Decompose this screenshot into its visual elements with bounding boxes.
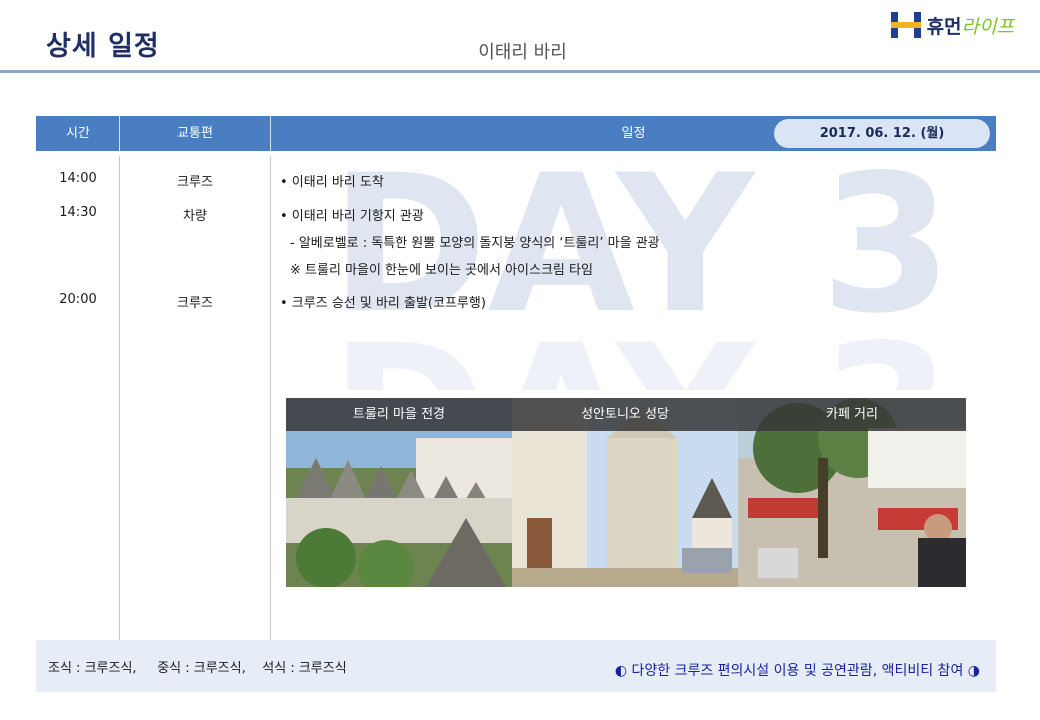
watermark-text-top: DAY 3 bbox=[330, 150, 953, 355]
row-time: 20:00 bbox=[59, 292, 97, 307]
photo-caption: 카페 거리 bbox=[738, 398, 966, 431]
row-time: 14:00 bbox=[59, 171, 97, 186]
logo-text-human: 휴먼 bbox=[926, 15, 962, 38]
row-transport: 크루즈 bbox=[177, 175, 213, 190]
page-subtitle: 이태리 바리 bbox=[478, 42, 567, 63]
meal-info: 조식 : 크루즈식, 중식 : 크루즈식, 석식 : 크루즈식 bbox=[48, 661, 347, 676]
row-time: 14:30 bbox=[59, 205, 97, 220]
row-transport: 차량 bbox=[183, 209, 207, 224]
watermark-text-bottom: DAY 3 bbox=[330, 304, 953, 390]
schedule-table-header: 시간 교통편 일정 2017. 06. 12. (월) bbox=[36, 116, 996, 151]
row-schedule: • 크루즈 승선 및 바리 출발(코프루행) bbox=[280, 296, 486, 311]
photo-church: 성안토니오 성당 bbox=[512, 398, 738, 587]
cruise-activity-note: ◐ 다양한 크루즈 편의시설 이용 및 공연관람, 액티비티 참여 ◑ bbox=[614, 663, 980, 679]
photo-caption: 트룰리 마을 전경 bbox=[286, 398, 512, 431]
column-header-transport: 교통편 bbox=[177, 126, 213, 141]
photo-cafe-street: 카페 거리 bbox=[738, 398, 966, 587]
meal-footer: 조식 : 크루즈식, 중식 : 크루즈식, 석식 : 크루즈식 ◐ 다양한 크루… bbox=[36, 640, 996, 692]
column-header-time: 시간 bbox=[66, 126, 90, 141]
photo-caption: 성안토니오 성당 bbox=[512, 398, 738, 431]
company-logo: 휴먼 라이프 bbox=[889, 10, 1014, 40]
photo-trulli-village: 트룰리 마을 전경 bbox=[286, 398, 512, 587]
row-schedule: • 이태리 바리 도착 bbox=[280, 175, 384, 190]
row-schedule-note: ※ 트룰리 마을이 한눈에 보이는 곳에서 아이스크림 타임 bbox=[290, 263, 593, 278]
body-column-divider bbox=[119, 156, 120, 640]
body-column-divider bbox=[270, 156, 271, 640]
header-divider bbox=[0, 70, 1040, 73]
logo-text-life: 라이프 bbox=[961, 15, 1014, 38]
row-transport: 크루즈 bbox=[177, 296, 213, 311]
row-schedule-detail: - 알베로벨로 : 독특한 원뿔 모양의 돌지붕 양식의 ‘트룰리’ 마을 관광 bbox=[290, 236, 660, 251]
date-badge: 2017. 06. 12. (월) bbox=[774, 119, 990, 148]
photo-gallery: 트룰리 마을 전경 성안토니오 성당 카페 거리 bbox=[286, 398, 966, 587]
row-schedule: • 이태리 바리 기항지 관광 bbox=[280, 209, 424, 224]
logo-h-icon bbox=[890, 12, 921, 38]
